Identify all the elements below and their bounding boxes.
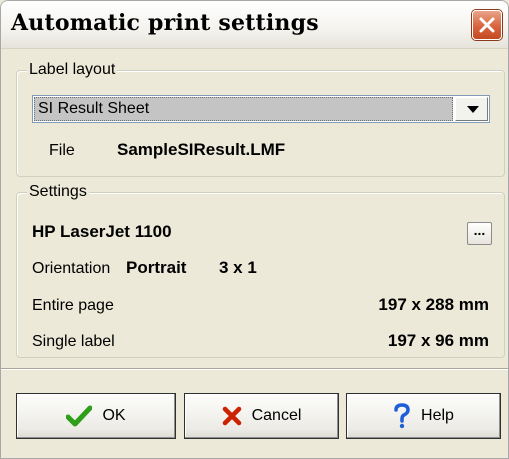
settings-group: Settings HP LaserJet 1100 ... Orientatio… xyxy=(16,182,505,358)
help-button-label: Help xyxy=(421,407,454,424)
label-layout-group: Label layout SI Result Sheet File Sample… xyxy=(16,60,505,177)
printer-name: HP LaserJet 1100 xyxy=(32,222,172,241)
single-label-value: 197 x 96 mm xyxy=(387,331,489,350)
layout-select[interactable]: SI Result Sheet xyxy=(32,95,490,123)
title-bar[interactable]: Automatic print settings xyxy=(1,1,508,49)
button-separator xyxy=(1,368,508,370)
settings-legend: Settings xyxy=(27,182,89,202)
help-button[interactable]: Help xyxy=(346,393,501,439)
orientation-label: Orientation xyxy=(32,260,111,277)
checkmark-icon xyxy=(66,405,93,427)
close-button[interactable] xyxy=(472,10,502,40)
layout-select-dropdown-button[interactable] xyxy=(455,97,488,121)
printer-browse-button[interactable]: ... xyxy=(467,222,492,245)
cancel-button[interactable]: Cancel xyxy=(184,393,339,439)
entire-page-label: Entire page xyxy=(32,297,114,314)
dialog-title: Automatic print settings xyxy=(11,10,319,36)
file-value: SampleSIResult.LMF xyxy=(117,140,286,159)
layout-select-value: SI Result Sheet xyxy=(34,97,453,121)
label-layout-legend: Label layout xyxy=(27,60,118,80)
entire-page-value: 197 x 288 mm xyxy=(378,295,489,314)
dialog-window: Automatic print settings Label layout SI… xyxy=(0,0,509,459)
orientation-value: Portrait xyxy=(126,258,187,277)
question-mark-icon xyxy=(394,403,410,429)
ok-button[interactable]: OK xyxy=(16,393,176,439)
cross-icon xyxy=(222,406,241,426)
ok-button-label: OK xyxy=(102,407,126,424)
file-label: File xyxy=(49,142,75,159)
single-label-label: Single label xyxy=(32,333,115,350)
close-icon xyxy=(479,17,495,33)
cancel-button-label: Cancel xyxy=(251,407,302,424)
label-grid: 3 x 1 xyxy=(219,258,257,277)
chevron-down-icon xyxy=(467,106,479,113)
